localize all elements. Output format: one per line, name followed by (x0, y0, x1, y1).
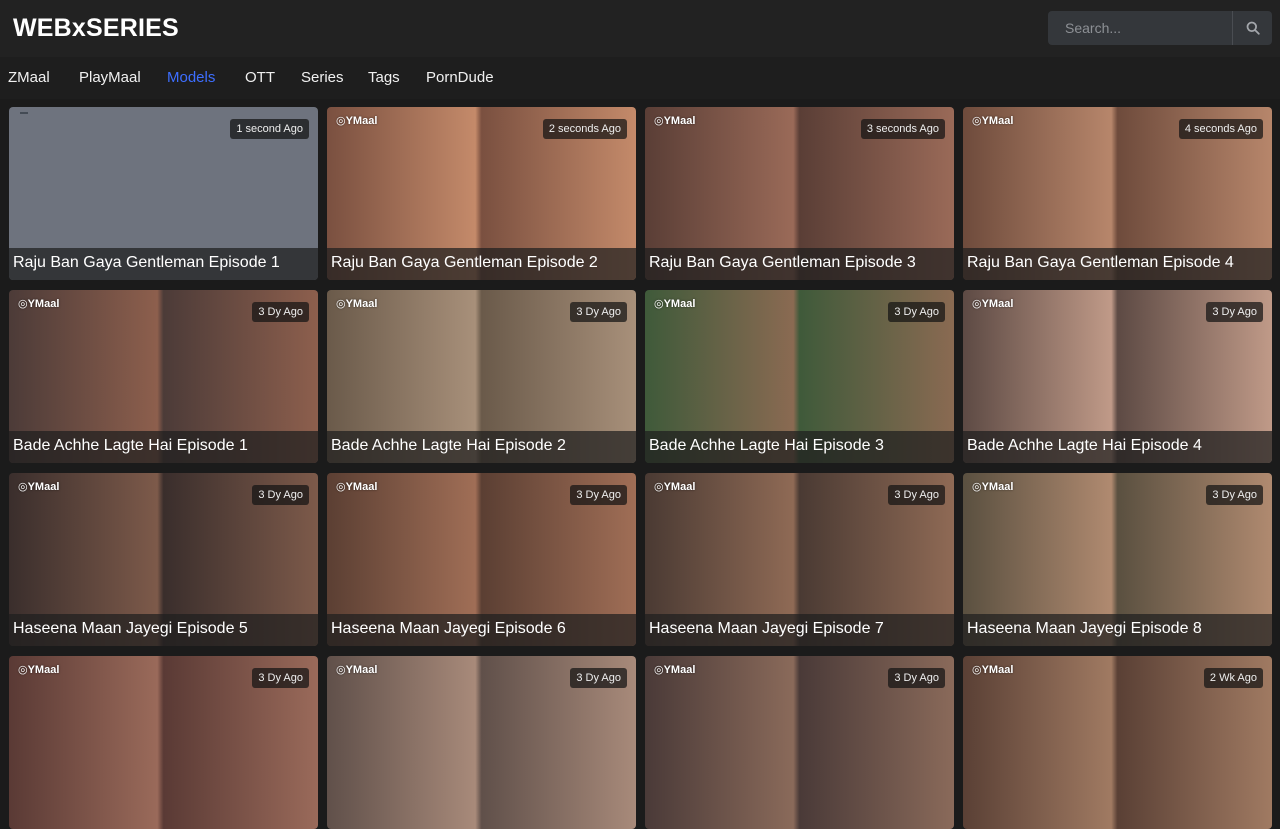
watermark: ◎YMaal (972, 481, 1014, 493)
video-caption: Raju Ban Gaya Gentleman Episode 1 (9, 248, 318, 280)
site-logo[interactable]: WEBxSERIES (13, 14, 179, 43)
watermark: ◎YMaal (972, 115, 1014, 127)
video-title[interactable]: Bade Achhe Lagte Hai Episode 1 (13, 437, 248, 455)
watermark: ◎YMaal (18, 664, 60, 676)
video-title[interactable]: Bade Achhe Lagte Hai Episode 2 (331, 437, 566, 455)
watermark: ◎YMaal (654, 481, 696, 493)
video-title[interactable]: Haseena Maan Jayegi Episode 6 (331, 620, 566, 638)
video-card[interactable]: ◎YMaal 3 Dy Ago Haseena Maan Jayegi Episod… (645, 473, 954, 646)
search-input[interactable] (1048, 11, 1231, 45)
time-badge: 3 Dy Ago (570, 302, 627, 322)
search-button[interactable] (1232, 11, 1272, 45)
time-badge: 1 second Ago (230, 119, 309, 139)
video-title[interactable]: Raju Ban Gaya Gentleman Episode 4 (967, 254, 1234, 272)
video-caption: Haseena Maan Jayegi Episode 8 (963, 614, 1272, 646)
video-card[interactable]: ◎YMaal 2 Wk Ago (963, 656, 1272, 829)
nav-item-zmaal[interactable]: ZMaal (8, 69, 50, 86)
video-card[interactable]: ◎YMaal 4 seconds Ago Raju Ban Gaya Gentlem… (963, 107, 1272, 280)
search-icon (1246, 21, 1260, 35)
video-card[interactable]: ◎YMaal 2 seconds Ago Raju Ban Gaya Gentlem… (327, 107, 636, 280)
time-badge: 3 Dy Ago (252, 485, 309, 505)
video-card[interactable]: 1 second Ago Raju Ban Gaya Gentleman Epis… (9, 107, 318, 280)
watermark: ◎YMaal (336, 664, 378, 676)
video-card[interactable]: ◎YMaal 3 Dy Ago (9, 656, 318, 829)
watermark: ◎YMaal (336, 298, 378, 310)
time-badge: 3 Dy Ago (252, 302, 309, 322)
nav-item-playmaal[interactable]: PlayMaal (79, 69, 141, 86)
nav-item-tags[interactable]: Tags (368, 69, 400, 86)
video-caption: Raju Ban Gaya Gentleman Episode 3 (645, 248, 954, 280)
watermark: ◎YMaal (972, 664, 1014, 676)
watermark: ◎YMaal (18, 481, 60, 493)
time-badge: 3 Dy Ago (1206, 302, 1263, 322)
video-caption: Bade Achhe Lagte Hai Episode 2 (327, 431, 636, 463)
nav-item-series[interactable]: Series (301, 69, 344, 86)
watermark: ◎YMaal (18, 298, 60, 310)
video-title[interactable]: Bade Achhe Lagte Hai Episode 4 (967, 437, 1202, 455)
video-card[interactable]: ◎YMaal 3 Dy Ago (327, 656, 636, 829)
video-title[interactable]: Bade Achhe Lagte Hai Episode 3 (649, 437, 884, 455)
time-badge: 2 Wk Ago (1203, 668, 1263, 688)
video-card[interactable]: ◎YMaal 3 Dy Ago Haseena Maan Jayegi Episod… (963, 473, 1272, 646)
main-nav: ZMaal PlayMaal Models OTT Series Tags Po… (0, 57, 1280, 99)
site-header: WEBxSERIES (0, 0, 1280, 57)
time-badge: 3 Dy Ago (888, 668, 945, 688)
watermark: ◎YMaal (972, 298, 1014, 310)
video-card[interactable]: ◎YMaal 3 Dy Ago Haseena Maan Jayegi Episod… (327, 473, 636, 646)
time-badge: 2 seconds Ago (542, 119, 627, 139)
video-card[interactable]: ◎YMaal 3 Dy Ago Bade Achhe Lagte Hai Episo… (645, 290, 954, 463)
video-title[interactable]: Haseena Maan Jayegi Episode 8 (967, 620, 1202, 638)
watermark: ◎YMaal (336, 481, 378, 493)
video-title[interactable]: Haseena Maan Jayegi Episode 5 (13, 620, 248, 638)
video-caption: Haseena Maan Jayegi Episode 7 (645, 614, 954, 646)
video-caption: Raju Ban Gaya Gentleman Episode 4 (963, 248, 1272, 280)
video-card[interactable]: ◎YMaal 3 Dy Ago Bade Achhe Lagte Hai Episo… (963, 290, 1272, 463)
placeholder-icon (20, 112, 28, 114)
time-badge: 3 Dy Ago (570, 668, 627, 688)
video-title[interactable]: Raju Ban Gaya Gentleman Episode 2 (331, 254, 598, 272)
nav-item-models[interactable]: Models (167, 69, 215, 86)
video-card[interactable]: ◎YMaal 3 seconds Ago Raju Ban Gaya Gentlem… (645, 107, 954, 280)
video-caption: Raju Ban Gaya Gentleman Episode 2 (327, 248, 636, 280)
video-caption: Bade Achhe Lagte Hai Episode 1 (9, 431, 318, 463)
nav-item-porndude[interactable]: PornDude (426, 69, 494, 86)
time-badge: 4 seconds Ago (1178, 119, 1263, 139)
video-title[interactable]: Raju Ban Gaya Gentleman Episode 3 (649, 254, 916, 272)
watermark: ◎YMaal (654, 115, 696, 127)
video-caption: Haseena Maan Jayegi Episode 5 (9, 614, 318, 646)
video-card[interactable]: ◎YMaal 3 Dy Ago (645, 656, 954, 829)
video-title[interactable]: Raju Ban Gaya Gentleman Episode 1 (13, 254, 280, 272)
watermark: ◎YMaal (654, 298, 696, 310)
time-badge: 3 Dy Ago (888, 485, 945, 505)
time-badge: 3 seconds Ago (860, 119, 945, 139)
time-badge: 3 Dy Ago (570, 485, 627, 505)
video-card[interactable]: ◎YMaal 3 Dy Ago Bade Achhe Lagte Hai Episo… (327, 290, 636, 463)
video-card[interactable]: ◎YMaal 3 Dy Ago Haseena Maan Jayegi Episod… (9, 473, 318, 646)
time-badge: 3 Dy Ago (1206, 485, 1263, 505)
watermark: ◎YMaal (336, 115, 378, 127)
video-title[interactable]: Haseena Maan Jayegi Episode 7 (649, 620, 884, 638)
time-badge: 3 Dy Ago (888, 302, 945, 322)
video-caption: Bade Achhe Lagte Hai Episode 4 (963, 431, 1272, 463)
nav-item-ott[interactable]: OTT (245, 69, 275, 86)
video-caption: Haseena Maan Jayegi Episode 6 (327, 614, 636, 646)
video-caption: Bade Achhe Lagte Hai Episode 3 (645, 431, 954, 463)
time-badge: 3 Dy Ago (252, 668, 309, 688)
watermark: ◎YMaal (654, 664, 696, 676)
video-card[interactable]: ◎YMaal 3 Dy Ago Bade Achhe Lagte Hai Episo… (9, 290, 318, 463)
